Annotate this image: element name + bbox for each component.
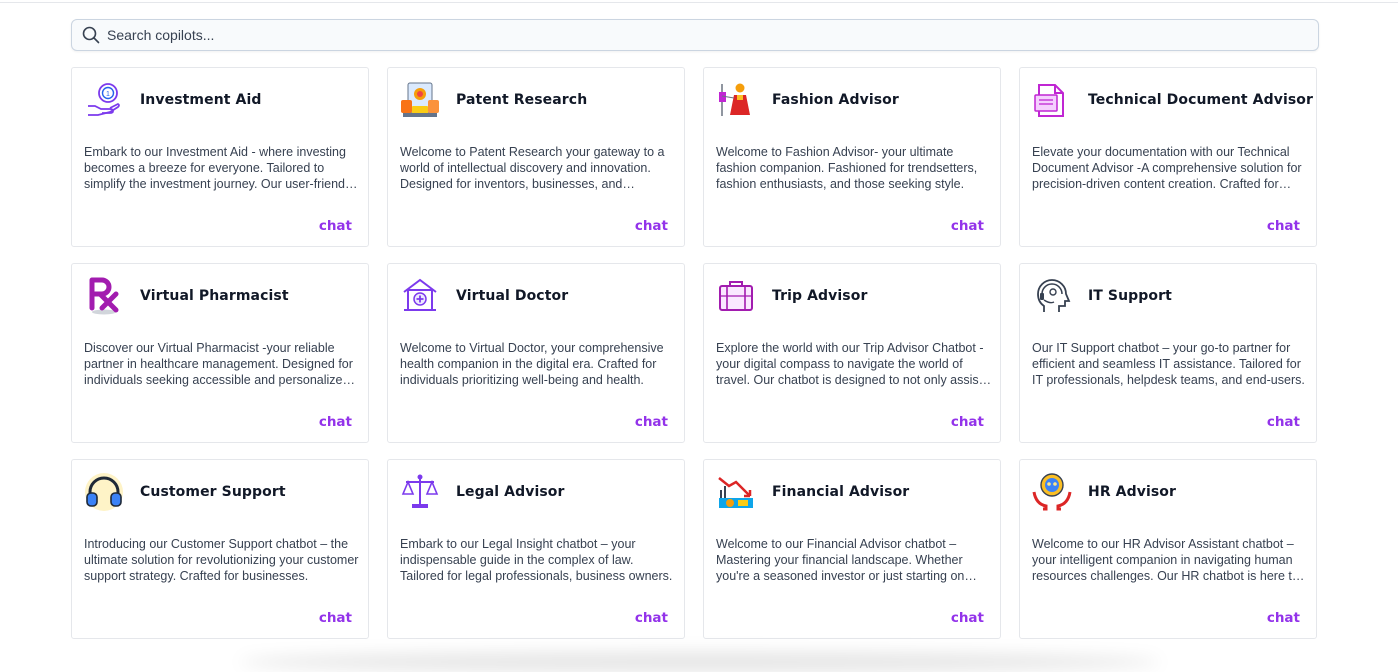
copilot-card-virtual-doctor[interactable]: Virtual Doctor Welcome to Virtual Doctor… (387, 263, 685, 443)
card-title: Fashion Advisor (772, 92, 899, 108)
card-title: Trip Advisor (772, 288, 868, 304)
copilot-grid: 1 Investment Aid Embark to our Investmen… (71, 67, 1319, 639)
search-bar[interactable] (71, 19, 1319, 51)
card-title: Financial Advisor (772, 484, 910, 500)
chat-link[interactable]: chat (1267, 610, 1300, 626)
svg-text:1: 1 (106, 91, 110, 98)
card-description: Embark to our Legal Insight chatbot – yo… (400, 537, 673, 583)
chat-link[interactable]: chat (951, 218, 984, 234)
clinic-icon (400, 276, 440, 316)
card-description: Elevate your documentation with our Tech… (1032, 145, 1302, 191)
copilot-card-patent-research[interactable]: Patent Research Welcome to Patent Resear… (387, 67, 685, 247)
search-input[interactable] (107, 22, 1287, 48)
patent-icon (400, 80, 440, 120)
top-divider (0, 2, 1398, 3)
card-description: Welcome to Patent Research your gateway … (400, 145, 665, 191)
copilot-card-customer-support[interactable]: Customer Support Introducing our Custome… (71, 459, 369, 639)
card-description: Explore the world with our Trip Advisor … (716, 341, 984, 387)
chat-link[interactable]: chat (635, 218, 668, 234)
search-icon (82, 26, 100, 44)
copilot-card-financial-advisor[interactable]: Financial Advisor Welcome to our Financi… (703, 459, 1001, 639)
card-title: IT Support (1088, 288, 1172, 304)
card-title: Investment Aid (140, 92, 262, 108)
card-description: Discover our Virtual Pharmacist -your re… (84, 341, 353, 387)
chat-link[interactable]: chat (319, 414, 352, 430)
card-title: Patent Research (456, 92, 588, 108)
card-title: Virtual Doctor (456, 288, 569, 304)
chat-link[interactable]: chat (319, 610, 352, 626)
card-description: Welcome to Virtual Doctor, your comprehe… (400, 341, 664, 387)
card-description: Embark to our Investment Aid - where inv… (84, 145, 355, 191)
finance-chart-icon (716, 472, 756, 512)
card-description: Introducing our Customer Support chatbot… (84, 537, 359, 583)
chat-link[interactable]: chat (635, 610, 668, 626)
copilot-card-investment-aid[interactable]: 1 Investment Aid Embark to our Investmen… (71, 67, 369, 247)
rx-icon (84, 276, 124, 316)
scales-icon (400, 472, 440, 512)
card-title: Technical Document Advisor (1088, 92, 1313, 108)
headphones-icon (84, 472, 124, 512)
card-title: HR Advisor (1088, 484, 1177, 500)
investment-icon: 1 (84, 80, 124, 120)
it-support-icon (1032, 276, 1072, 316)
copilot-card-it-support[interactable]: IT Support Our IT Support chatbot – your… (1019, 263, 1317, 443)
suitcase-icon (716, 276, 756, 316)
chat-link[interactable]: chat (1267, 414, 1300, 430)
card-title: Legal Advisor (456, 484, 565, 500)
chat-link[interactable]: chat (1267, 218, 1300, 234)
card-title: Customer Support (140, 484, 286, 500)
copilot-card-legal-advisor[interactable]: Legal Advisor Embark to our Legal Insigh… (387, 459, 685, 639)
chat-link[interactable]: chat (635, 414, 668, 430)
card-description: Our IT Support chatbot – your go-to part… (1032, 341, 1305, 387)
fashion-icon (716, 80, 756, 120)
chat-link[interactable]: chat (951, 610, 984, 626)
chat-link[interactable]: chat (319, 218, 352, 234)
chat-link[interactable]: chat (951, 414, 984, 430)
document-icon (1032, 80, 1072, 120)
page-shadow (240, 652, 1160, 672)
copilot-card-virtual-pharmacist[interactable]: Virtual Pharmacist Discover our Virtual … (71, 263, 369, 443)
copilot-card-trip-advisor[interactable]: Trip Advisor Explore the world with our … (703, 263, 1001, 443)
card-description: Welcome to our HR Advisor Assistant chat… (1032, 537, 1299, 583)
card-description: Welcome to our Financial Advisor chatbot… (716, 537, 965, 583)
card-description: Welcome to Fashion Advisor- your ultimat… (716, 145, 978, 191)
card-title: Virtual Pharmacist (140, 288, 289, 304)
copilot-card-fashion-advisor[interactable]: Fashion Advisor Welcome to Fashion Advis… (703, 67, 1001, 247)
copilot-card-hr-advisor[interactable]: HR Advisor Welcome to our HR Advisor Ass… (1019, 459, 1317, 639)
hr-icon (1032, 472, 1072, 512)
copilot-card-technical-document-advisor[interactable]: Technical Document Advisor Elevate your … (1019, 67, 1317, 247)
